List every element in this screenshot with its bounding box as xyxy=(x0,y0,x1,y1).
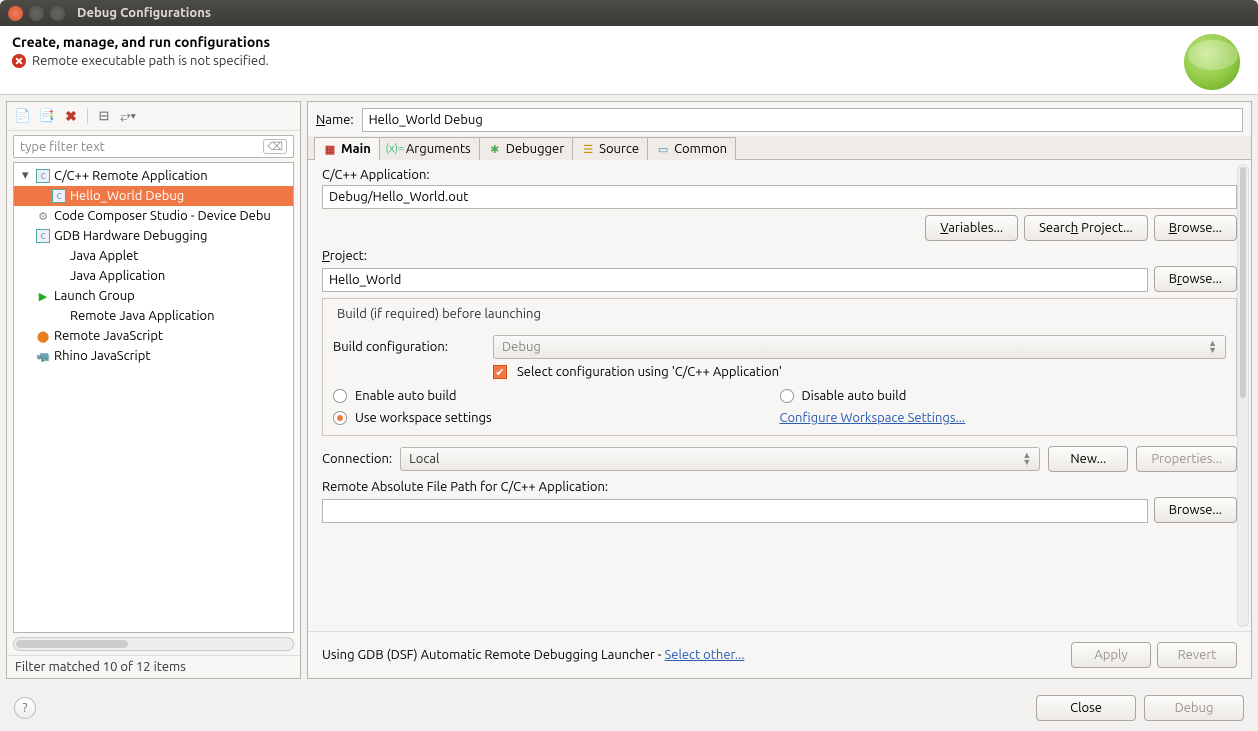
select-other-link[interactable]: Select other... xyxy=(664,648,744,662)
close-button[interactable]: Close xyxy=(1036,695,1136,721)
build-config-label: Build configuration: xyxy=(333,340,483,354)
revert-button: Revert xyxy=(1157,642,1237,668)
tree-item-label: GDB Hardware Debugging xyxy=(54,229,208,243)
window-title: Debug Configurations xyxy=(77,6,211,20)
tree-item[interactable]: ▾cC/C++ Remote Application xyxy=(14,165,293,186)
remote-path-input[interactable] xyxy=(322,499,1148,523)
debug-bug-icon xyxy=(1184,34,1240,90)
dialog-header: Create, manage, and run configurations R… xyxy=(0,26,1258,95)
connection-label: Connection: xyxy=(322,452,392,466)
config-toolbar: 📄 📑 ✖ ⊟ ⥂▾ xyxy=(7,102,300,131)
separator xyxy=(87,108,88,124)
tree-item[interactable]: Remote Java Application xyxy=(14,306,293,326)
browse-project-button[interactable]: Browse... xyxy=(1154,266,1237,292)
tab-label: Debugger xyxy=(506,142,564,156)
tree-item[interactable]: Java Application xyxy=(14,266,293,286)
updown-icon: ▲▼ xyxy=(1208,340,1217,354)
updown-icon: ▲▼ xyxy=(1022,452,1031,466)
tab-main-content: C/C++ Application: Variables... Search P… xyxy=(308,160,1251,631)
build-config-select[interactable]: Debug ▲▼ xyxy=(493,335,1226,359)
tab-label: Common xyxy=(674,142,727,156)
collapse-all-icon[interactable]: ⊟ xyxy=(94,106,114,126)
window-titlebar: Debug Configurations xyxy=(0,0,1258,26)
use-workspace-radio[interactable] xyxy=(333,411,347,425)
delete-config-icon[interactable]: ✖ xyxy=(61,106,81,126)
page-title: Create, manage, and run configurations xyxy=(12,34,270,50)
new-config-icon[interactable]: 📄 xyxy=(13,106,33,126)
tab-label: Source xyxy=(599,142,639,156)
window-minimize-icon[interactable] xyxy=(29,6,44,21)
configure-workspace-link[interactable]: Configure Workspace Settings... xyxy=(780,411,966,425)
app-input[interactable] xyxy=(322,185,1237,209)
browse-app-button[interactable]: Browse... xyxy=(1154,215,1237,241)
app-label: C/C++ Application: xyxy=(322,168,1237,182)
dialog-footer: ? Close Debug xyxy=(0,685,1258,731)
tab-bar: ▦ Main(x)= Arguments✱ Debugger☰ Source▭ … xyxy=(308,136,1251,160)
tab-arguments[interactable]: (x)= Arguments xyxy=(379,137,480,160)
tab-main[interactable]: ▦ Main xyxy=(314,137,380,160)
tab-label: Arguments xyxy=(406,142,471,156)
build-legend: Build (if required) before launching xyxy=(333,307,545,321)
tree-item[interactable]: ▶Launch Group xyxy=(14,286,293,306)
window-close-icon[interactable] xyxy=(8,6,23,21)
tree-item[interactable]: cHello_World Debug xyxy=(14,186,293,206)
tree-item-label: Code Composer Studio - Device Debu xyxy=(54,209,271,223)
config-list-panel: 📄 📑 ✖ ⊟ ⥂▾ type filter text ⌫ ▾cC/C++ Re… xyxy=(6,101,301,679)
tree-item-label: Java Application xyxy=(70,269,165,283)
enable-auto-radio[interactable] xyxy=(333,389,347,403)
help-icon[interactable]: ? xyxy=(14,697,36,719)
config-detail-panel: Name: ▦ Main(x)= Arguments✱ Debugger☰ So… xyxy=(307,101,1252,679)
apply-button: Apply xyxy=(1071,642,1151,668)
config-tree[interactable]: ▾cC/C++ Remote ApplicationcHello_World D… xyxy=(13,162,294,633)
build-fieldset: Build (if required) before launching Bui… xyxy=(322,298,1237,436)
properties-button: Properties... xyxy=(1136,446,1237,472)
select-config-label: Select configuration using 'C/C++ Applic… xyxy=(517,365,782,379)
debug-button: Debug xyxy=(1144,695,1244,721)
browse-remote-button[interactable]: Browse... xyxy=(1154,497,1237,523)
tree-item-label: C/C++ Remote Application xyxy=(54,169,208,183)
name-label: Name: xyxy=(316,113,354,127)
remote-path-label: Remote Absolute File Path for C/C++ Appl… xyxy=(322,480,1237,494)
tree-item-label: Remote JavaScript xyxy=(54,329,163,343)
connection-select[interactable]: Local ▲▼ xyxy=(400,447,1040,471)
horizontal-scrollbar[interactable] xyxy=(13,637,294,651)
tree-item[interactable]: 🦏Rhino JavaScript xyxy=(14,346,293,366)
name-input[interactable] xyxy=(362,108,1243,132)
tree-item[interactable]: ⬤Remote JavaScript xyxy=(14,326,293,346)
variables-button[interactable]: Variables... xyxy=(925,215,1018,241)
window-maximize-icon[interactable] xyxy=(50,6,65,21)
tree-item[interactable]: cGDB Hardware Debugging xyxy=(14,226,293,246)
error-message: Remote executable path is not specified. xyxy=(32,54,269,68)
select-config-checkbox[interactable]: ✔ xyxy=(493,365,507,379)
tab-label: Main xyxy=(341,142,371,156)
tab-source[interactable]: ☰ Source xyxy=(572,137,648,160)
enable-auto-label: Enable auto build xyxy=(355,389,457,403)
filter-icon[interactable]: ⥂▾ xyxy=(118,106,138,126)
filter-placeholder: type filter text xyxy=(20,140,105,154)
search-project-button[interactable]: Search Project... xyxy=(1024,215,1148,241)
disable-auto-radio[interactable] xyxy=(780,389,794,403)
tree-item-label: Java Applet xyxy=(70,249,138,263)
tab-common[interactable]: ▭ Common xyxy=(647,137,736,160)
disable-auto-label: Disable auto build xyxy=(802,389,907,403)
filter-input[interactable]: type filter text ⌫ xyxy=(13,135,294,158)
project-input[interactable] xyxy=(322,268,1148,292)
tree-item-label: Launch Group xyxy=(54,289,135,303)
clear-filter-icon[interactable]: ⌫ xyxy=(263,139,287,154)
duplicate-config-icon[interactable]: 📑 xyxy=(37,106,57,126)
tree-item-label: Rhino JavaScript xyxy=(54,349,150,363)
vertical-scrollbar[interactable] xyxy=(1237,164,1249,627)
tree-item-label: Hello_World Debug xyxy=(70,189,184,203)
new-connection-button[interactable]: New... xyxy=(1048,446,1128,472)
project-label: Project: xyxy=(322,249,1237,263)
tree-item[interactable]: ⚙Code Composer Studio - Device Debu xyxy=(14,206,293,226)
tree-item[interactable]: Java Applet xyxy=(14,246,293,266)
tab-debugger[interactable]: ✱ Debugger xyxy=(479,137,573,160)
use-workspace-label: Use workspace settings xyxy=(355,411,492,425)
tree-item-label: Remote Java Application xyxy=(70,309,215,323)
error-icon xyxy=(12,54,26,68)
launcher-text: Using GDB (DSF) Automatic Remote Debuggi… xyxy=(322,648,664,662)
launcher-row: Using GDB (DSF) Automatic Remote Debuggi… xyxy=(308,631,1251,678)
filter-status: Filter matched 10 of 12 items xyxy=(7,655,300,678)
